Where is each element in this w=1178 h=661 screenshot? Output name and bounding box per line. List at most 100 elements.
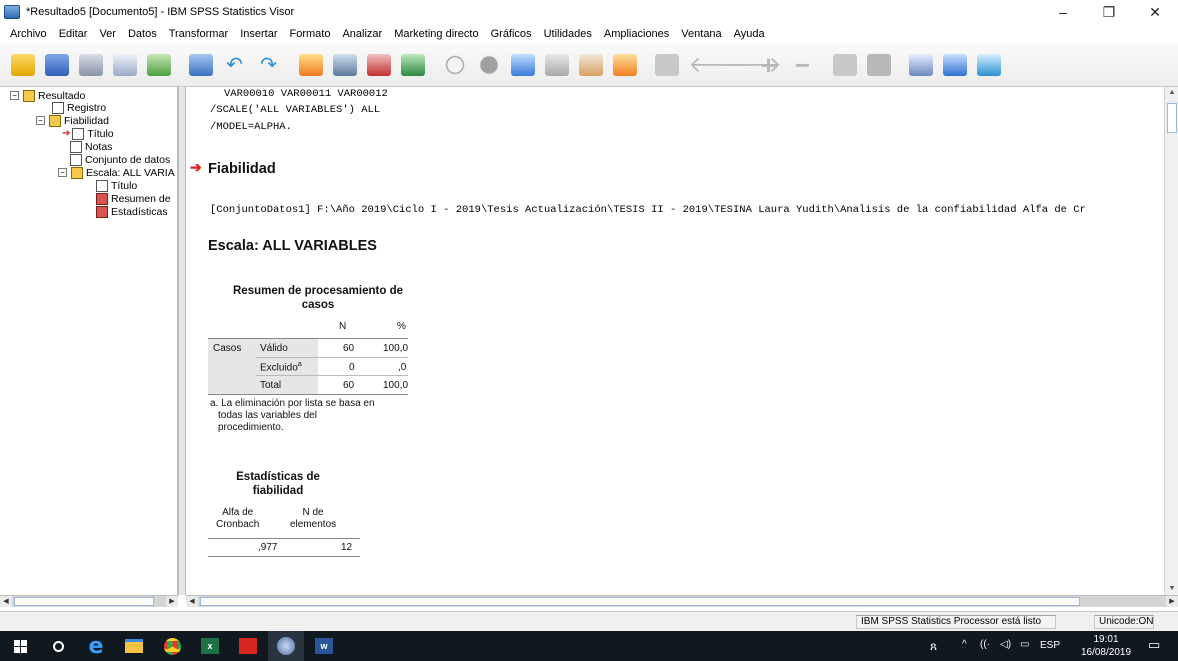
menu-marketing-directo[interactable]: Marketing directo: [388, 28, 484, 40]
menu-ayuda[interactable]: Ayuda: [728, 28, 771, 40]
menu-utilidades[interactable]: Utilidades: [538, 28, 598, 40]
dataset-icon: [70, 153, 82, 166]
row-label-valido: Válido: [260, 343, 288, 354]
tree-item-notas[interactable]: Notas: [70, 140, 112, 153]
windows-start-button[interactable]: [2, 631, 38, 661]
tray-chevron-icon[interactable]: ^: [962, 639, 967, 650]
edge-taskbar-button[interactable]: e: [78, 631, 114, 661]
menu-graficos[interactable]: Gráficos: [485, 28, 538, 40]
circle-light-button[interactable]: [438, 49, 471, 82]
collapse-button[interactable]: −: [786, 49, 819, 82]
expand-button[interactable]: +: [752, 49, 785, 82]
network-icon[interactable]: ((·: [980, 639, 990, 650]
tree-item-estadisticas[interactable]: Estadísticas: [96, 205, 168, 218]
tree-item-registro[interactable]: Registro: [52, 101, 106, 114]
minimize-button[interactable]: –: [1040, 0, 1086, 24]
goto-data-icon: [298, 54, 323, 76]
menu-formato[interactable]: Formato: [284, 28, 337, 40]
collapse-toggle[interactable]: −: [58, 168, 67, 177]
menu-datos[interactable]: Datos: [122, 28, 163, 40]
insert-output-button[interactable]: [506, 49, 539, 82]
clock-date[interactable]: 16/08/2019: [1078, 647, 1134, 658]
people-icon[interactable]: ጸ: [930, 639, 937, 654]
open-button[interactable]: [6, 49, 39, 82]
goto-data-button[interactable]: [294, 49, 327, 82]
insert-page-title-button[interactable]: [904, 49, 937, 82]
insert-new-text-button[interactable]: [938, 49, 971, 82]
designate-window-button[interactable]: [540, 49, 573, 82]
circle-dark-button[interactable]: [472, 49, 505, 82]
acrobat-taskbar-button[interactable]: [230, 631, 266, 661]
vertical-scrollbar[interactable]: ▲ ▼: [1164, 87, 1178, 595]
show-button[interactable]: [828, 49, 861, 82]
hide-button[interactable]: [862, 49, 895, 82]
undo-button[interactable]: ↶: [218, 49, 251, 82]
tree-item-escala[interactable]: − Escala: ALL VARIA: [58, 166, 175, 179]
tree-item-resumen[interactable]: Resumen de: [96, 192, 171, 205]
pane-splitter[interactable]: [178, 87, 186, 595]
open-icon: [10, 54, 35, 76]
menu-transformar[interactable]: Transformar: [163, 28, 235, 40]
back-button[interactable]: 🡐: [684, 49, 748, 82]
collapse-toggle[interactable]: −: [36, 116, 45, 125]
insert-title-button[interactable]: [608, 49, 641, 82]
scroll-thumb[interactable]: [14, 597, 154, 606]
export-button[interactable]: [142, 49, 175, 82]
language-indicator[interactable]: ESP: [1040, 640, 1060, 651]
save-button[interactable]: [40, 49, 73, 82]
tree-item-conjunto-de-datos[interactable]: Conjunto de datos: [70, 153, 170, 166]
row-label-excluido: Excluidoa: [260, 361, 302, 374]
tree-item-label: Conjunto de datos: [85, 153, 171, 166]
scroll-right-icon[interactable]: ▶: [1166, 596, 1178, 607]
scroll-left-icon[interactable]: ◀: [186, 596, 198, 607]
tree-item-label: Notas: [85, 140, 113, 153]
clock-time[interactable]: 19:01: [1082, 634, 1130, 645]
table-rule: [208, 556, 360, 557]
variables-button[interactable]: [396, 49, 429, 82]
tree-item-fiabilidad[interactable]: − Fiabilidad: [36, 114, 109, 127]
output-content-pane[interactable]: VAR00010 VAR00011 VAR00012 /SCALE('ALL V…: [186, 87, 1164, 595]
redo-button[interactable]: ↷: [252, 49, 285, 82]
notifications-icon[interactable]: ▭: [1148, 637, 1160, 653]
export-doc-button[interactable]: [972, 49, 1005, 82]
menu-ampliaciones[interactable]: Ampliaciones: [598, 28, 675, 40]
menu-ver[interactable]: Ver: [93, 28, 122, 40]
close-button[interactable]: ✕: [1132, 0, 1178, 24]
tree-item-titulo-escala[interactable]: Título: [96, 179, 137, 192]
menu-analizar[interactable]: Analizar: [336, 28, 388, 40]
battery-icon[interactable]: ▭: [1020, 639, 1029, 650]
goto-variable-button[interactable]: [362, 49, 395, 82]
insert-heading-button[interactable]: [574, 49, 607, 82]
menu-insertar[interactable]: Insertar: [234, 28, 283, 40]
menu-editar[interactable]: Editar: [53, 28, 94, 40]
tree-item-label: Título: [87, 127, 114, 140]
forward-button[interactable]: 🡒: [718, 49, 782, 82]
print-preview-button[interactable]: [108, 49, 141, 82]
menu-archivo[interactable]: Archivo: [4, 28, 53, 40]
outline-pane[interactable]: − Resultado Registro − Fiabilidad ➔ Títu…: [0, 87, 178, 595]
cell-excluido-n: 0: [349, 362, 355, 373]
chrome-taskbar-button[interactable]: [154, 631, 190, 661]
goto-case-button[interactable]: [328, 49, 361, 82]
scroll-right-icon[interactable]: ▶: [166, 596, 178, 607]
outline-horizontal-scrollbar[interactable]: ◀ ▶: [0, 595, 178, 607]
print-button[interactable]: [74, 49, 107, 82]
search-button[interactable]: [40, 631, 76, 661]
excel-taskbar-button[interactable]: x: [192, 631, 228, 661]
maximize-button[interactable]: ❐: [1086, 0, 1132, 24]
scroll-thumb[interactable]: [1167, 103, 1177, 133]
menu-ventana[interactable]: Ventana: [675, 28, 727, 40]
tree-item-titulo[interactable]: ➔ Título: [62, 127, 114, 140]
word-taskbar-button[interactable]: w: [306, 631, 342, 661]
explorer-taskbar-button[interactable]: [116, 631, 152, 661]
spss-taskbar-button[interactable]: [268, 631, 304, 661]
scroll-down-icon[interactable]: ▼: [1165, 583, 1178, 595]
scroll-left-icon[interactable]: ◀: [0, 596, 12, 607]
scroll-up-icon[interactable]: ▲: [1165, 87, 1178, 99]
collapse-toggle[interactable]: −: [10, 91, 19, 100]
insert-text-button[interactable]: [650, 49, 683, 82]
recall-dialog-button[interactable]: [184, 49, 217, 82]
volume-icon[interactable]: ◁): [1000, 639, 1011, 650]
content-horizontal-scrollbar[interactable]: ◀ ▶: [186, 595, 1178, 607]
scroll-thumb[interactable]: [200, 597, 1080, 606]
